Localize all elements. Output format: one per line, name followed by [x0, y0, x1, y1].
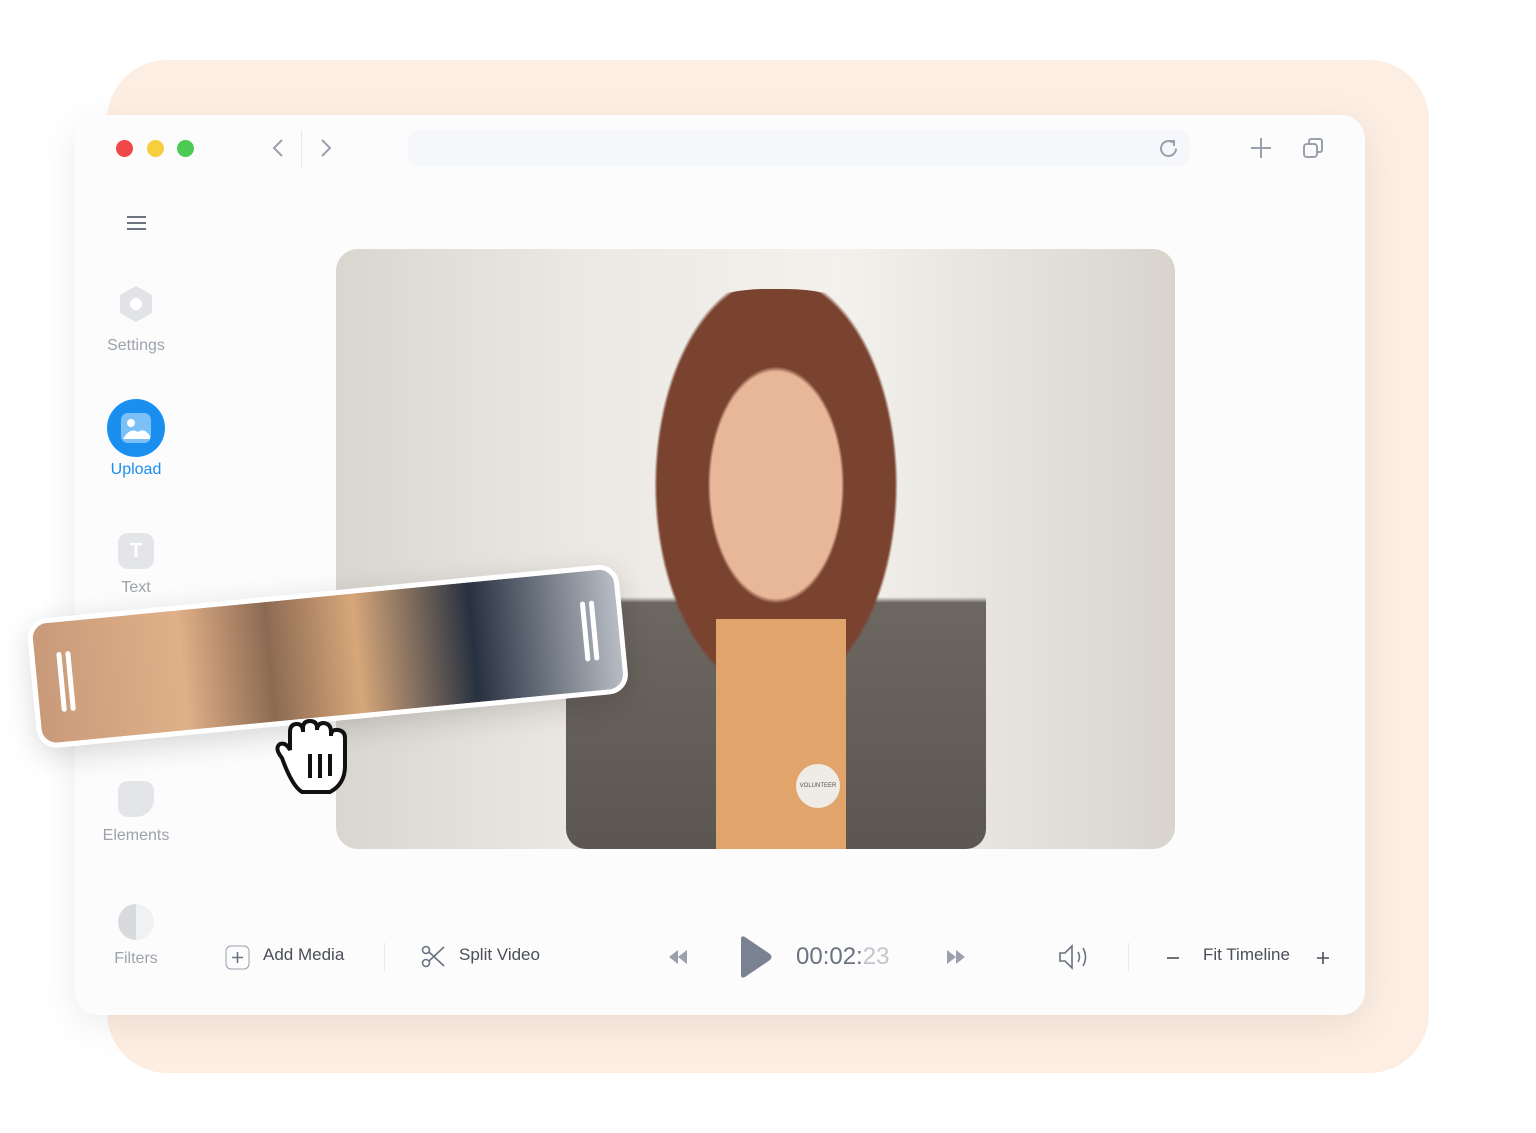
play-icon[interactable]: [737, 935, 773, 979]
maximize-window-button[interactable]: [177, 140, 194, 157]
image-icon: [107, 399, 165, 457]
grab-hand-icon: [275, 718, 347, 794]
scissors-icon: [421, 945, 445, 968]
fast-forward-icon[interactable]: [945, 949, 967, 965]
zoom-in-icon[interactable]: [1315, 950, 1331, 966]
volume-icon[interactable]: [1058, 943, 1092, 971]
video-frame-shirt: [716, 619, 846, 849]
back-icon[interactable]: [268, 138, 288, 158]
sticker-icon: [118, 781, 154, 817]
sidebar-item-label: Filters: [114, 950, 158, 967]
volunteer-badge: VOLUNTEER: [796, 764, 840, 808]
split-video-button[interactable]: Split Video: [459, 945, 540, 965]
contrast-icon: [118, 904, 154, 940]
add-media-icon: [225, 945, 250, 970]
video-preview[interactable]: VOLUNTEER: [336, 249, 1175, 849]
sidebar-item-text[interactable]: T Text: [86, 533, 186, 597]
text-icon: T: [118, 533, 154, 569]
toolbar-divider: [384, 943, 385, 971]
zoom-out-icon[interactable]: [1165, 950, 1181, 966]
sidebar-item-filters[interactable]: Filters: [86, 904, 186, 968]
rewind-icon[interactable]: [667, 949, 689, 965]
sidebar-item-elements[interactable]: Elements: [86, 781, 186, 845]
new-tab-icon[interactable]: [1250, 137, 1272, 159]
sidebar-item-label: Upload: [110, 461, 162, 478]
nav-divider: [301, 130, 302, 168]
sidebar-item-label: Elements: [102, 827, 170, 844]
settings-icon: [120, 286, 152, 322]
forward-icon[interactable]: [316, 138, 336, 158]
refresh-icon[interactable]: [1157, 137, 1180, 160]
copy-window-icon[interactable]: [1302, 137, 1324, 159]
sidebar-item-upload[interactable]: Upload: [86, 399, 186, 479]
time-main: 00:02:: [796, 943, 863, 970]
address-bar[interactable]: [408, 130, 1190, 167]
fit-timeline-button[interactable]: Fit Timeline: [1203, 945, 1290, 965]
minimize-window-button[interactable]: [147, 140, 164, 157]
toolbar-divider: [1128, 943, 1129, 971]
clip-start-handle-2[interactable]: [65, 650, 76, 712]
sidebar-item-settings[interactable]: Settings: [86, 285, 186, 355]
menu-icon[interactable]: [126, 214, 147, 232]
playback-time: 00:02:23: [796, 943, 889, 971]
time-frames: 23: [862, 943, 890, 970]
clip-end-handle[interactable]: [588, 600, 600, 661]
sidebar-item-label: Text: [121, 579, 151, 596]
close-window-button[interactable]: [116, 140, 133, 157]
sidebar-item-label: Settings: [107, 337, 165, 354]
add-media-button[interactable]: Add Media: [263, 945, 344, 965]
